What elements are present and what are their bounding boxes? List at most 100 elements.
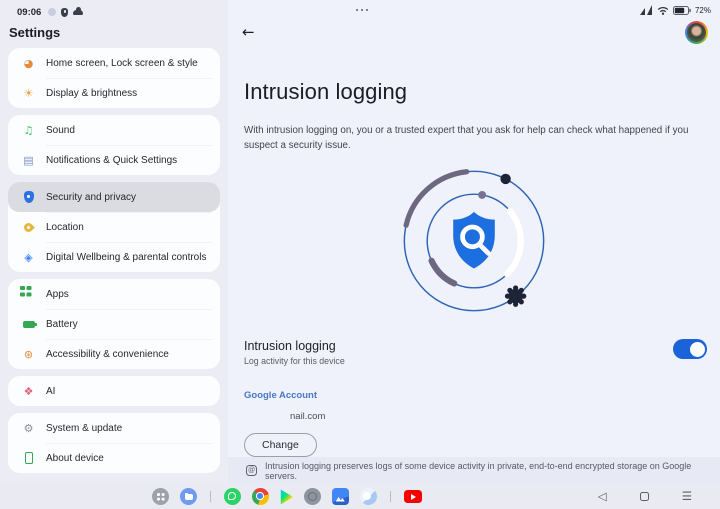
shield-search-icon <box>453 212 495 269</box>
notifications-icon: ▤ <box>23 155 33 166</box>
taskbar-app-app-drawer-icon[interactable] <box>152 488 169 505</box>
window-drag-handle-icon[interactable] <box>356 9 358 11</box>
taskbar-app-gallery-icon[interactable] <box>332 488 349 505</box>
taskbar-divider <box>390 491 391 502</box>
sidebar-item-label: Home screen, Lock screen & style <box>46 58 198 69</box>
sidebar-item-label: Display & brightness <box>46 88 137 99</box>
sidebar-item-label: Apps <box>46 289 69 300</box>
sidebar-item-display-brightness[interactable]: ☀ Display & brightness <box>8 78 220 108</box>
settings-title: Settings <box>9 25 228 40</box>
privacy-note: @ Intrusion logging preserves logs of so… <box>228 457 720 484</box>
gear-icon <box>505 285 526 306</box>
settings-card: Apps Battery ⊛ Accessibility & convenience <box>8 279 220 369</box>
sidebar-item-label: Accessibility & convenience <box>46 349 169 360</box>
account-email: nail.com <box>244 411 325 422</box>
sidebar-item-label: Digital Wellbeing & parental controls <box>46 252 206 263</box>
tablet-screen: 09:06 Settings ◕ Home screen, Lock screen… <box>0 0 720 509</box>
page-title: Intrusion logging <box>244 79 407 105</box>
sidebar-item-label: Security and privacy <box>46 192 136 203</box>
location-pin-icon <box>22 221 35 234</box>
inner-white-arc <box>507 211 521 274</box>
sidebar-item-system-update[interactable]: ⚙ System & update <box>8 413 220 443</box>
account-avatar[interactable] <box>685 21 708 44</box>
privacy-note-text: Intrusion logging preserves logs of some… <box>265 461 720 481</box>
sidebar-item-notifications-quick-settings[interactable]: ▤Notifications & Quick Settings <box>8 145 220 175</box>
back-button[interactable]: ← <box>242 23 255 41</box>
settings-card: ⚙ System & update About device <box>8 413 220 473</box>
intrusion-illustration <box>396 163 552 319</box>
sidebar-item-sound[interactable]: ♫ Sound <box>8 115 220 145</box>
taskbar-app-play-store-icon[interactable] <box>280 490 293 505</box>
brightness-icon: ☀ <box>24 88 34 99</box>
intrusion-logging-panel: 72% ← Intrusion logging With intrusion l… <box>228 0 720 509</box>
intrusion-logging-switch[interactable] <box>673 339 707 359</box>
status-bar-left: 09:06 <box>0 0 228 18</box>
switch-knob <box>690 342 705 357</box>
sound-icon: ♫ <box>24 125 34 136</box>
apps-grid-icon <box>20 286 25 291</box>
toggle-labels: Intrusion logging Log activity for this … <box>244 339 345 366</box>
sidebar-item-label: AI <box>46 386 55 397</box>
battery-percent: 72% <box>695 6 711 15</box>
nav-home-button[interactable] <box>640 492 649 501</box>
taskbar-app-chrome-icon[interactable] <box>252 488 269 505</box>
sidebar-item-security-and-privacy[interactable]: Security and privacy <box>8 182 220 212</box>
sidebar-item-apps[interactable]: Apps <box>8 279 220 309</box>
status-bar-right: 72% <box>640 5 711 15</box>
settings-card: ♫ Sound ▤Notifications & Quick Settings <box>8 115 220 175</box>
settings-card: Security and privacy Location ◈ Digital Wel… <box>8 182 220 272</box>
taskbar-app-weather-icon[interactable] <box>360 488 377 505</box>
accessibility-icon: ⊛ <box>24 349 33 360</box>
sidebar-item-about-device[interactable]: About device <box>8 443 220 473</box>
sidebar-item-label: System & update <box>46 423 122 434</box>
system-gear-icon: ⚙ <box>24 423 34 434</box>
taskbar-apps <box>152 488 422 505</box>
palette-icon: ◕ <box>24 58 34 69</box>
battery-icon <box>673 6 691 15</box>
nav-back-button[interactable]: ◁ <box>598 491 607 503</box>
sidebar-item-ai[interactable]: ❖ AI <box>8 376 220 406</box>
sidebar-item-label: Sound <box>46 125 75 136</box>
sidebar-item-digital-wellbeing-parental-controls[interactable]: ◈ Digital Wellbeing & parental controls <box>8 242 220 272</box>
wellbeing-icon: ◈ <box>24 252 32 263</box>
battery-green-icon <box>23 321 35 328</box>
sidebar-item-label: Battery <box>46 319 78 330</box>
settings-card: ◕ Home screen, Lock screen & style ☀ Displa… <box>8 48 220 108</box>
clock: 09:06 <box>17 7 41 18</box>
sidebar-item-home-screen-lock-screen-style[interactable]: ◕ Home screen, Lock screen & style <box>8 48 220 78</box>
vpn-icon <box>61 8 68 17</box>
about-device-icon <box>25 452 33 464</box>
nav-menu-button[interactable]: ☰ <box>682 491 692 503</box>
encrypted-storage-icon: @ <box>246 465 257 476</box>
ai-icon: ❖ <box>24 386 34 397</box>
wifi-icon <box>657 6 669 15</box>
sidebar-groups: ◕ Home screen, Lock screen & style ☀ Displa… <box>0 48 228 473</box>
google-account-section: Google Account nail.com Change <box>244 385 325 457</box>
inner-gray-arc <box>432 261 455 284</box>
mobile-signal-icon <box>640 5 653 15</box>
settings-sidebar: 09:06 Settings ◕ Home screen, Lock screen… <box>0 0 228 509</box>
taskbar-app-files-icon[interactable] <box>180 488 197 505</box>
taskbar-app-youtube-icon[interactable] <box>404 490 422 503</box>
change-account-button[interactable]: Change <box>244 433 317 457</box>
taskbar-app-whatsapp-icon[interactable] <box>224 488 241 505</box>
orbit-dot-dark <box>500 174 510 184</box>
sidebar-item-location[interactable]: Location <box>8 212 220 242</box>
taskbar-nav: ◁☰ <box>598 484 692 509</box>
sidebar-item-label: About device <box>46 453 104 464</box>
toggle-label: Intrusion logging <box>244 339 345 353</box>
taskbar-app-badge-icon[interactable] <box>304 488 321 505</box>
taskbar: ◁☰ <box>0 484 720 509</box>
security-shield-icon <box>24 191 34 203</box>
sidebar-item-label: Location <box>46 222 84 233</box>
toggle-sublabel: Log activity for this device <box>244 356 345 366</box>
settings-card: ❖ AI <box>8 376 220 406</box>
outer-gray-arc <box>406 172 467 226</box>
sidebar-item-accessibility-convenience[interactable]: ⊛ Accessibility & convenience <box>8 339 220 369</box>
taskbar-divider <box>210 491 211 502</box>
google-account-link[interactable]: Google Account <box>244 390 317 401</box>
moon-icon <box>48 8 56 16</box>
cloud-icon <box>73 10 83 15</box>
avatar-photo <box>687 23 706 42</box>
sidebar-item-battery[interactable]: Battery <box>8 309 220 339</box>
